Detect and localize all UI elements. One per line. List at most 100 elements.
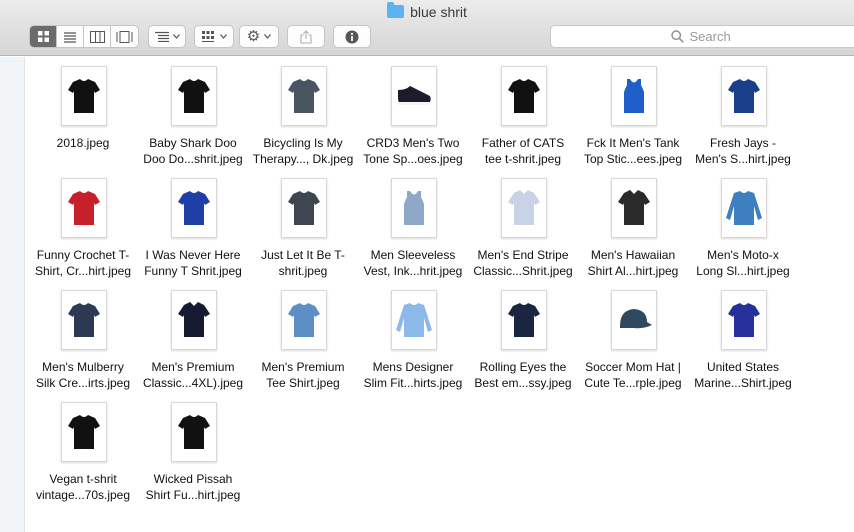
t-shirt-icon — [178, 79, 210, 113]
file-name-line2: Classic...4XL).jpeg — [142, 376, 244, 390]
file-name-line1: Soccer Mom Hat | — [585, 360, 681, 374]
action-button[interactable]: ⚙ — [239, 25, 279, 48]
file-item[interactable]: Fck It Men's Tank Top Stic...ees.jpeg — [578, 60, 688, 168]
sidebar-edge — [0, 57, 25, 532]
icon-view-button[interactable] — [30, 26, 57, 47]
file-item[interactable]: Soccer Mom Hat | Cute Te...rple.jpeg — [578, 284, 688, 392]
file-thumbnail[interactable] — [61, 178, 107, 238]
dress-icon — [178, 302, 210, 337]
file-item[interactable]: Fresh Jays - Men's S...hirt.jpeg — [688, 60, 798, 168]
arrange-button[interactable] — [148, 25, 186, 48]
file-name-line2: vintage...70s.jpeg — [35, 488, 131, 502]
file-name-line1: Mens Designer — [372, 360, 454, 374]
file-name-line2: Shirt Al...hirt.jpeg — [587, 264, 679, 278]
file-name-line2: Doo Do...shrit.jpeg — [143, 152, 243, 166]
column-view-button[interactable] — [84, 26, 111, 47]
file-item[interactable]: Just Let It Be T-shrit.jpeg — [248, 172, 358, 280]
file-name-line1: Men's Premium — [151, 360, 235, 374]
gallery-view-button[interactable] — [111, 26, 138, 47]
file-thumbnail[interactable] — [171, 178, 217, 238]
file-item[interactable]: Baby Shark Doo Doo Do...shrit.jpeg — [138, 60, 248, 168]
file-name-line1: Bicycling Is My — [263, 136, 343, 150]
file-item[interactable]: CRD3 Men's Two Tone Sp...oes.jpeg — [358, 60, 468, 168]
file-name-line1: Men's Premium — [261, 360, 345, 374]
file-thumbnail[interactable] — [721, 178, 767, 238]
file-thumbnail[interactable] — [501, 178, 547, 238]
file-name: CRD3 Men's Two Tone Sp...oes.jpeg — [358, 135, 468, 167]
file-item[interactable]: Men's End Stripe Classic...Shrit.jpeg — [468, 172, 578, 280]
columns-icon — [89, 30, 105, 43]
share-button[interactable] — [287, 25, 325, 48]
file-name-line2: Shirt Fu...hirt.jpeg — [145, 488, 241, 502]
file-name: Fresh Jays - Men's S...hirt.jpeg — [688, 135, 798, 167]
file-item[interactable]: Funny Crochet T- Shirt, Cr...hirt.jpeg — [28, 172, 138, 280]
file-item[interactable]: Men's Hawaiian Shirt Al...hirt.jpeg — [578, 172, 688, 280]
file-thumbnail[interactable] — [611, 178, 657, 238]
file-name-line1: Father of CATS — [481, 136, 565, 150]
group-by-button[interactable] — [194, 25, 234, 48]
view-mode-selector — [29, 25, 139, 48]
file-item[interactable]: Wicked Pissah Shirt Fu...hirt.jpeg — [138, 396, 248, 504]
file-item[interactable]: Men's Moto-x Long Sl...hirt.jpeg — [688, 172, 798, 280]
file-name-line2: Top Stic...ees.jpeg — [583, 152, 683, 166]
file-thumbnail[interactable] — [391, 178, 437, 238]
file-thumbnail[interactable] — [611, 290, 657, 350]
file-thumbnail[interactable] — [171, 66, 217, 126]
file-name: Men's Premium Tee Shirt.jpeg — [248, 359, 358, 391]
file-name-line1: I Was Never Here — [145, 248, 241, 262]
list-view-button[interactable] — [57, 26, 84, 47]
file-item[interactable]: Rolling Eyes the Best em...ssy.jpeg — [468, 284, 578, 392]
t-shirt-icon — [728, 303, 760, 337]
share-icon — [300, 29, 312, 44]
file-thumbnail[interactable] — [501, 66, 547, 126]
file-item[interactable]: Men's Mulberry Silk Cre...irts.jpeg — [28, 284, 138, 392]
info-button[interactable] — [333, 25, 371, 48]
long-icon — [726, 191, 762, 225]
gear-icon: ⚙ — [246, 28, 261, 45]
search-field[interactable] — [550, 25, 854, 48]
file-item[interactable]: Men's Premium Tee Shirt.jpeg — [248, 284, 358, 392]
file-name-line1: Baby Shark Doo — [149, 136, 237, 150]
t-shirt-icon — [68, 79, 100, 113]
group-icon — [201, 31, 214, 42]
file-thumbnail[interactable] — [61, 66, 107, 126]
file-name: I Was Never Here Funny T Shrit.jpeg — [138, 247, 248, 279]
file-thumbnail[interactable] — [61, 402, 107, 462]
file-item[interactable]: Vegan t-shrit vintage...70s.jpeg — [28, 396, 138, 504]
file-name-line2: Funny T Shrit.jpeg — [144, 264, 242, 278]
file-thumbnail[interactable] — [721, 66, 767, 126]
file-name: Father of CATS tee t-shrit.jpeg — [468, 135, 578, 167]
chevron-down-icon — [172, 34, 180, 39]
file-name-line1: Men's Hawaiian — [590, 248, 676, 262]
file-thumbnail[interactable] — [391, 66, 437, 126]
file-name-line2: shrit.jpeg — [278, 264, 328, 278]
file-name-line2: tee t-shrit.jpeg — [484, 152, 562, 166]
file-thumbnail[interactable] — [501, 290, 547, 350]
t-shirt-icon — [68, 303, 100, 337]
file-thumbnail[interactable] — [171, 402, 217, 462]
hat-icon — [620, 309, 652, 329]
file-thumbnail[interactable] — [61, 290, 107, 350]
t-shirt-icon — [68, 191, 100, 225]
file-thumbnail[interactable] — [391, 290, 437, 350]
file-item[interactable]: Father of CATS tee t-shrit.jpeg — [468, 60, 578, 168]
file-thumbnail[interactable] — [281, 178, 327, 238]
file-name: Men's End Stripe Classic...Shrit.jpeg — [468, 247, 578, 279]
file-thumbnail[interactable] — [611, 66, 657, 126]
file-thumbnail[interactable] — [171, 290, 217, 350]
file-item[interactable]: United States Marine...Shirt.jpeg — [688, 284, 798, 392]
file-item[interactable]: 2018.jpeg — [28, 60, 138, 168]
search-input[interactable] — [689, 29, 740, 44]
file-name-line2: Marine...Shirt.jpeg — [694, 376, 792, 390]
file-thumbnail[interactable] — [281, 66, 327, 126]
file-name: Wicked Pissah Shirt Fu...hirt.jpeg — [138, 471, 248, 503]
file-item[interactable]: Men's Premium Classic...4XL).jpeg — [138, 284, 248, 392]
file-item[interactable]: Mens Designer Slim Fit...hirts.jpeg — [358, 284, 468, 392]
file-thumbnail[interactable] — [721, 290, 767, 350]
file-name-line2: Vest, Ink...hrit.jpeg — [363, 264, 463, 278]
file-item[interactable]: Bicycling Is My Therapy..., Dk.jpeg — [248, 60, 358, 168]
file-thumbnail[interactable] — [281, 290, 327, 350]
file-item[interactable]: Men Sleeveless Vest, Ink...hrit.jpeg — [358, 172, 468, 280]
file-item[interactable]: I Was Never Here Funny T Shrit.jpeg — [138, 172, 248, 280]
t-shirt-icon — [288, 303, 320, 337]
